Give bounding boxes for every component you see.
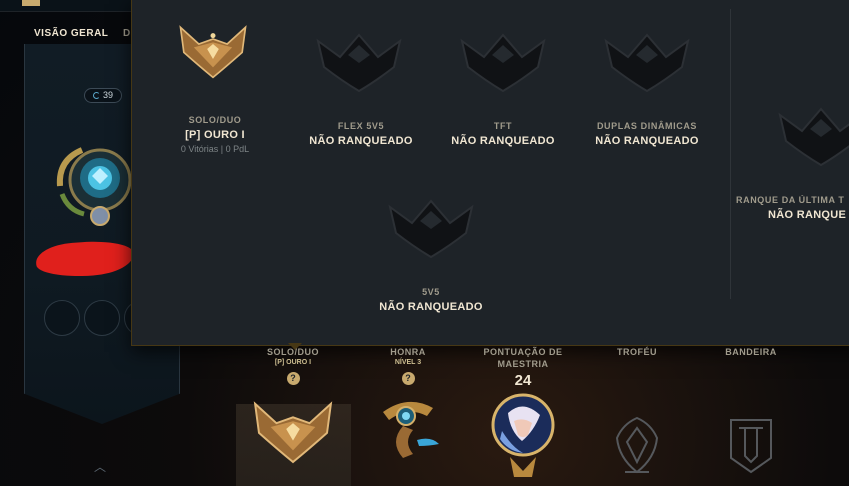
slot-label: TROFÉU — [617, 347, 657, 357]
token-slot[interactable] — [84, 300, 120, 336]
unranked-crest-icon — [388, 199, 474, 259]
help-icon[interactable]: ? — [401, 372, 415, 385]
ranked-popup: SOLO/DUO [P] OURO I 0 Vitórias | 0 PdL F… — [131, 0, 849, 346]
unranked-crest-icon — [460, 33, 546, 93]
profile-tabs: VISÃO GERAL D — [0, 22, 140, 46]
profile-screen: { "nav": {"tabs": [{"label": "VISÃO GERA… — [0, 0, 849, 486]
slot-label: HONRA — [390, 347, 426, 357]
slot-label: SOLO/DUO — [266, 347, 319, 357]
help-icon[interactable]: ? — [286, 372, 300, 385]
gold-rank-crest-icon — [179, 25, 247, 79]
profile-emblem-icon[interactable] — [54, 146, 132, 230]
profile-showcase: SOLO/DUO [P] OURO I ? HONRA NÍVEL 3 ? PO… — [230, 346, 849, 486]
queue-rank: NÃO RANQUE — [768, 209, 847, 221]
queue-name: 5V5 — [422, 287, 440, 297]
queue-stats: 0 Vitórias | 0 PdL — [180, 144, 250, 154]
gold-rank-crest-icon — [253, 401, 333, 464]
slot-sub: [P] OURO I — [274, 359, 312, 366]
queue-rank: [P] OURO I — [185, 129, 245, 141]
queue-name: SOLO/DUO — [188, 115, 242, 125]
showcase-banner[interactable]: BANDEIRA — [696, 346, 806, 478]
level-badge: 39 — [84, 88, 122, 103]
banner-flag-icon — [730, 419, 772, 474]
queue-rank: NÃO RANQUEADO — [309, 135, 413, 147]
queue-flex: FLEX 5V5 NÃO RANQUEADO — [286, 121, 436, 147]
slot-label: PONTUAÇÃO DE MAESTRIA — [483, 347, 563, 369]
honor-emblem-icon — [383, 401, 439, 458]
token-slot[interactable] — [44, 300, 80, 336]
queue-name: FLEX 5V5 — [337, 121, 385, 131]
moon-icon — [92, 92, 100, 99]
showcase-mastery[interactable]: PONTUAÇÃO DE MAESTRIA 24 — [468, 346, 578, 477]
queue-name: TFT — [493, 121, 513, 131]
queue-tft: TFT NÃO RANQUEADO — [428, 121, 578, 147]
tab-overview[interactable]: VISÃO GERAL — [34, 28, 108, 39]
unranked-crest-icon — [778, 107, 849, 167]
slot-sub: NÍVEL 3 — [394, 359, 422, 366]
queue-5v5: 5V5 NÃO RANQUEADO — [356, 287, 506, 313]
tab-second[interactable]: D — [123, 28, 131, 39]
trophy-icon — [615, 416, 659, 474]
queue-duplas-dinamicas: DUPLAS DINÂMICAS NÃO RANQUEADO — [572, 121, 722, 147]
showcase-honor[interactable]: HONRA NÍVEL 3 ? — [353, 346, 463, 464]
queue-last-season: RANQUE DA ÚLTIMA T NÃO RANQUE — [734, 195, 849, 221]
level-value: 39 — [102, 90, 113, 100]
showcase-solo-duo[interactable]: SOLO/DUO [P] OURO I ? — [238, 346, 348, 464]
queue-name: RANQUE DA ÚLTIMA T — [736, 195, 845, 205]
unranked-crest-icon — [604, 33, 690, 93]
slot-label: BANDEIRA — [725, 347, 777, 357]
chevron-up-icon[interactable]: ︿ — [94, 458, 106, 475]
queue-rank: NÃO RANQUEADO — [451, 135, 555, 147]
client-logo-icon[interactable] — [22, 0, 40, 6]
queue-rank: NÃO RANQUEADO — [595, 135, 699, 147]
showcase-trophy[interactable]: TROFÉU — [582, 346, 692, 478]
queue-solo-duo: SOLO/DUO [P] OURO I 0 Vitórias | 0 PdL — [140, 115, 290, 154]
section-divider — [730, 9, 731, 299]
queue-rank: NÃO RANQUEADO — [379, 301, 483, 313]
mastery-score: 24 — [514, 372, 532, 389]
queue-name: DUPLAS DINÂMICAS — [596, 121, 698, 131]
champion-portrait-icon — [491, 393, 555, 477]
unranked-crest-icon — [316, 33, 402, 93]
